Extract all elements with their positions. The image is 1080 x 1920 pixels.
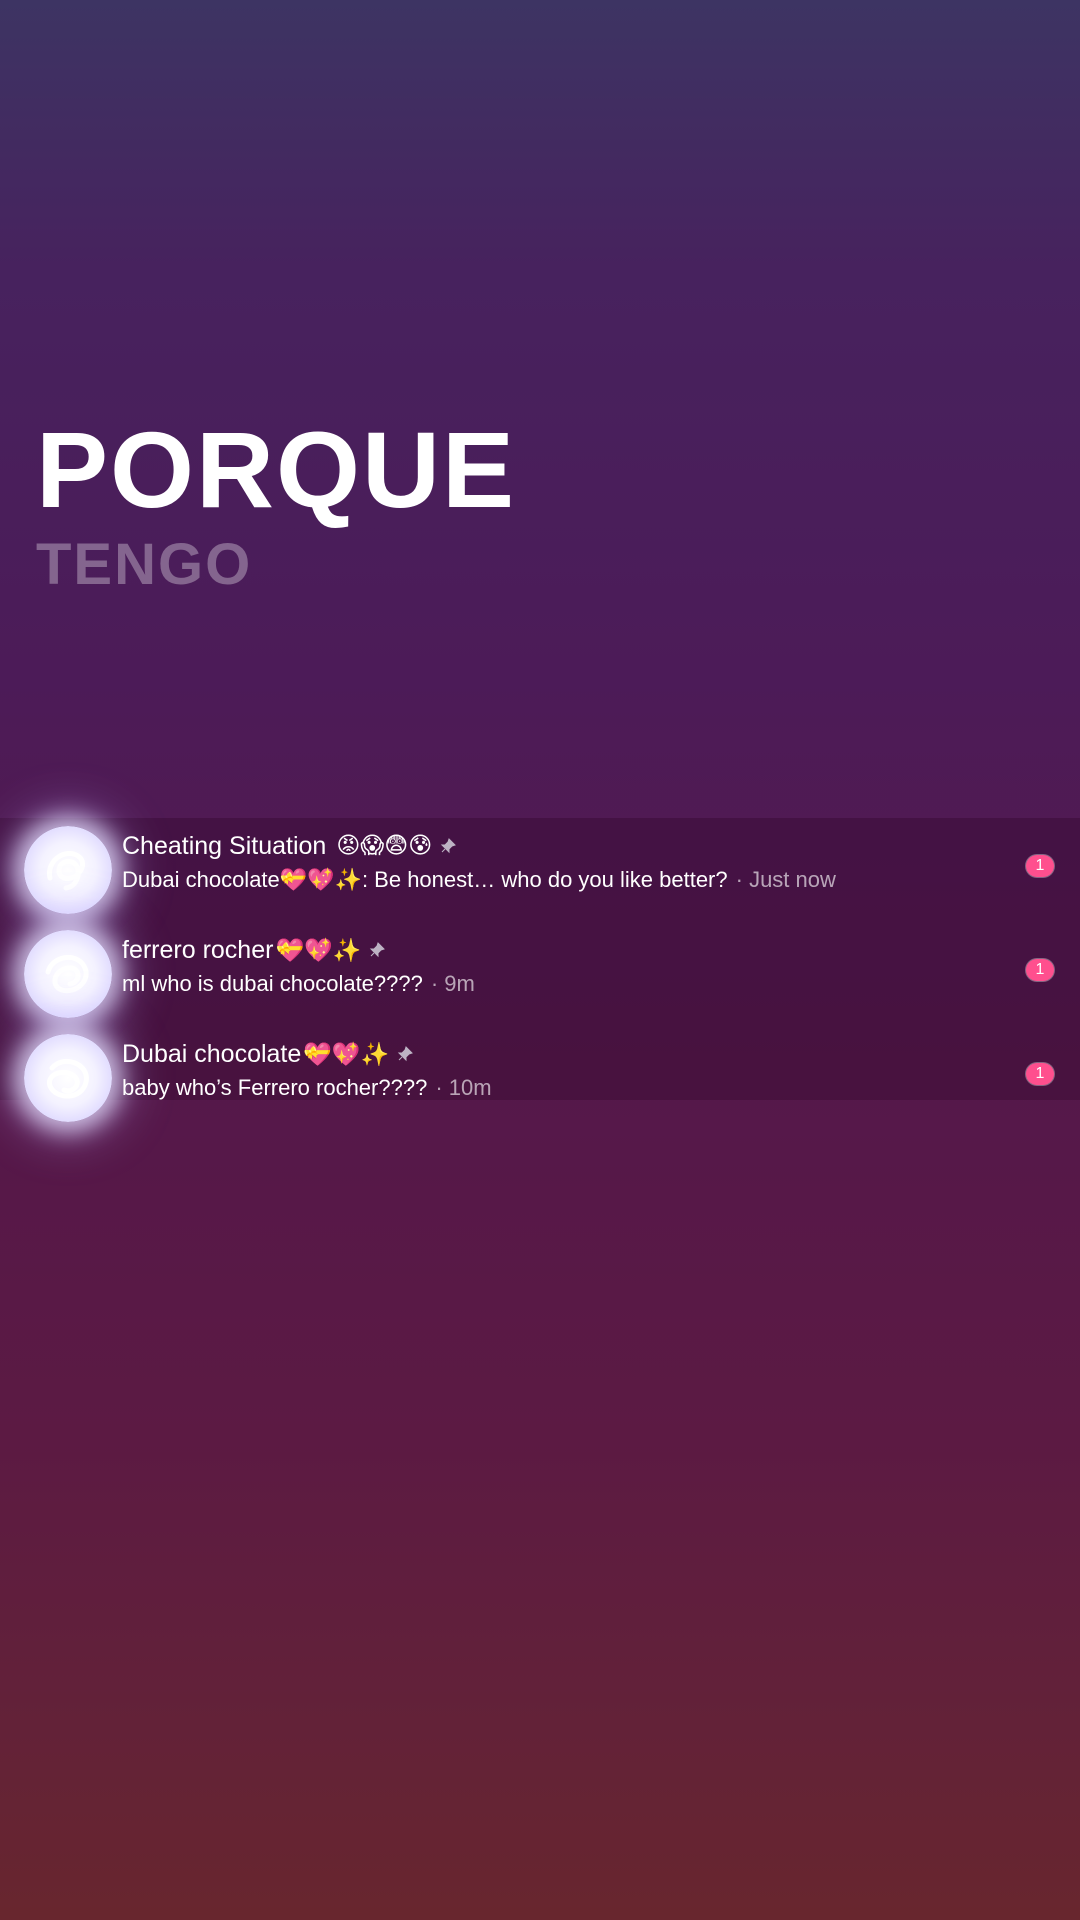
avatar[interactable] bbox=[24, 826, 112, 914]
chat-item-ferrero-rocher[interactable]: ferrero rocher 💝💖✨ ml who is dubai choco… bbox=[0, 922, 1080, 1026]
chat-preview: Dubai chocolate💝💖✨: Be honest… who do yo… bbox=[122, 867, 728, 892]
unread-badge: 1 bbox=[1026, 959, 1054, 981]
unread-badge: 1 bbox=[1026, 1063, 1054, 1085]
chat-title: Dubai chocolate bbox=[122, 1039, 302, 1068]
chat-list: Cheating Situation 😡😱😨😰 Dubai chocolate💝… bbox=[0, 818, 1080, 1122]
chat-title-emoji: 💝💖✨ bbox=[275, 937, 362, 964]
chat-item-dubai-chocolate[interactable]: Dubai chocolate 💝💖✨ baby who’s Ferrero r… bbox=[0, 1026, 1080, 1130]
chat-title: ferrero rocher bbox=[122, 935, 274, 964]
unread-badge: 1 bbox=[1026, 855, 1054, 877]
chat-item-cheating-situation[interactable]: Cheating Situation 😡😱😨😰 Dubai chocolate💝… bbox=[0, 818, 1080, 922]
chat-title-emoji: 💝💖✨ bbox=[303, 1041, 390, 1068]
chat-preview: ml who is dubai chocolate???? bbox=[122, 971, 423, 996]
avatar[interactable] bbox=[24, 930, 112, 1018]
scribble-avatar-icon bbox=[45, 955, 89, 994]
pin-icon bbox=[369, 942, 386, 958]
lyric-overlay: PORQUE TENGO bbox=[36, 410, 516, 600]
lyric-main-line: PORQUE bbox=[36, 409, 517, 530]
chat-time: · Just now bbox=[735, 867, 836, 892]
chat-time: · 9m bbox=[430, 971, 475, 996]
scribble-avatar-icon bbox=[47, 851, 86, 891]
chat-time: · 10m bbox=[435, 1075, 492, 1100]
pin-icon bbox=[397, 1046, 414, 1062]
chat-preview: baby who’s Ferrero rocher???? bbox=[122, 1075, 428, 1100]
avatar[interactable] bbox=[24, 1034, 112, 1122]
pin-icon bbox=[440, 838, 457, 854]
scribble-avatar-icon bbox=[46, 1058, 89, 1099]
chat-title-emoji: 😡😱😨😰 bbox=[336, 833, 433, 859]
chat-title: Cheating Situation bbox=[122, 831, 327, 860]
lyric-sub-line: TENGO bbox=[36, 532, 253, 597]
